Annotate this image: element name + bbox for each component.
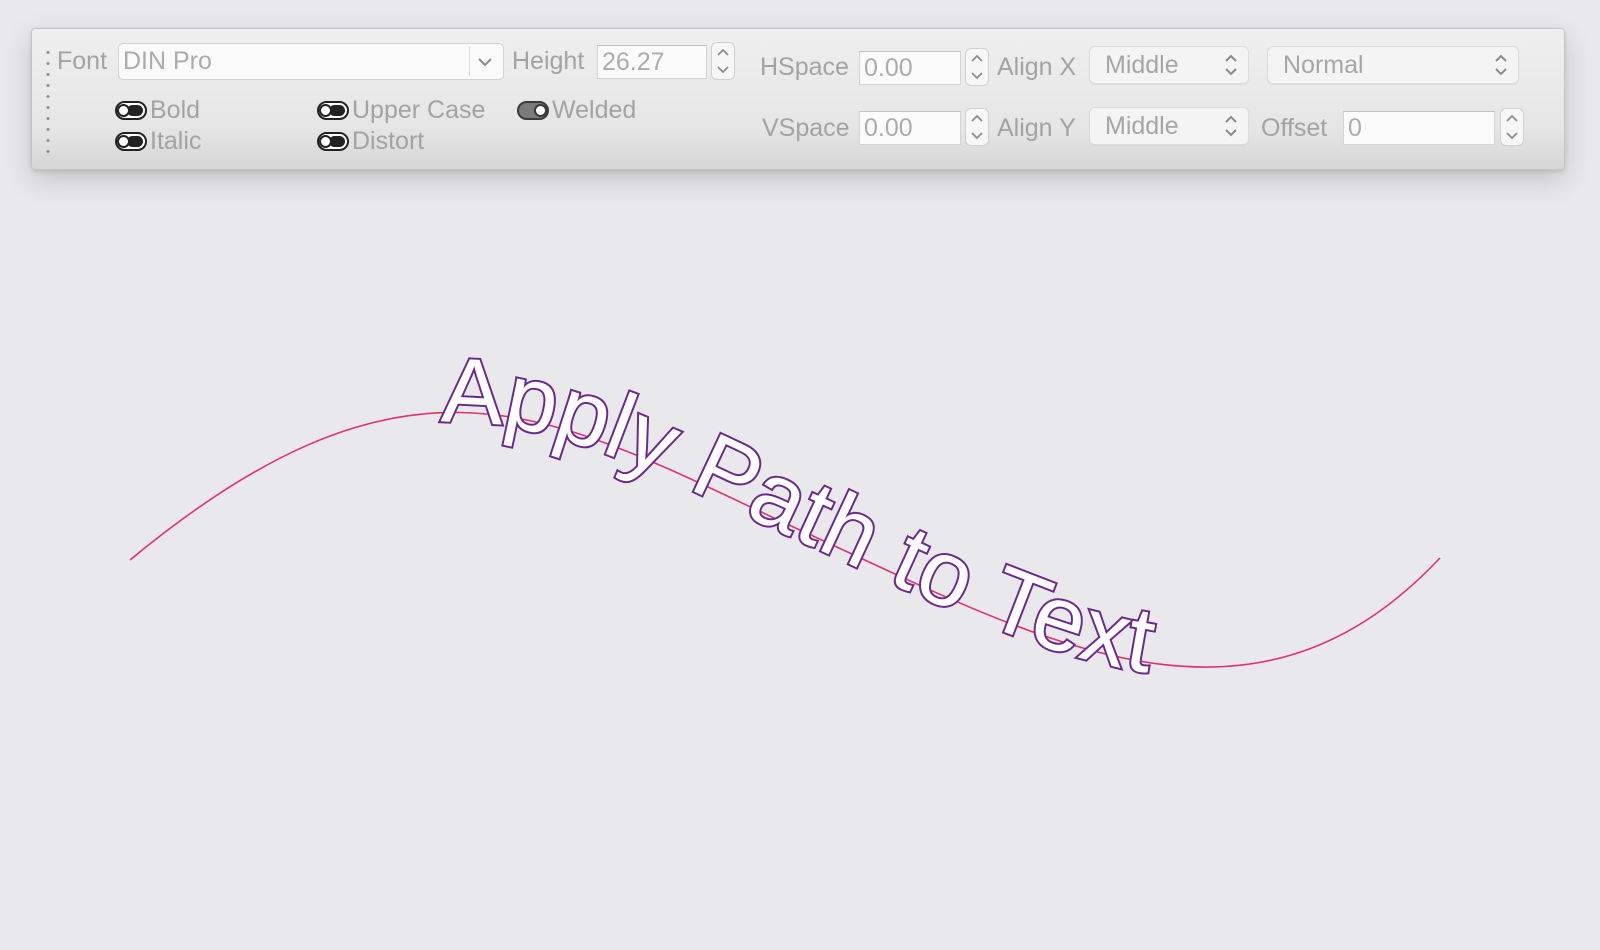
- font-value: DIN Pro: [123, 47, 212, 75]
- hspace-label: HSpace: [760, 53, 849, 81]
- welded-label: Welded: [552, 96, 637, 124]
- path-text[interactable]: Apply Path to Text: [437, 337, 1164, 694]
- offset-label: Offset: [1261, 114, 1328, 142]
- stepper-down-icon[interactable]: [717, 66, 729, 74]
- align-y-value: Middle: [1105, 112, 1179, 140]
- stepper-down-icon[interactable]: [971, 132, 983, 140]
- italic-toggle[interactable]: [115, 132, 147, 151]
- path-text-content: Apply Path to Text: [437, 337, 1164, 694]
- upper-case-toggle[interactable]: [317, 101, 349, 120]
- font-label: Font: [57, 47, 108, 75]
- hspace-stepper[interactable]: [965, 48, 989, 86]
- stepper-down-icon[interactable]: [1506, 132, 1518, 140]
- stepper-up-icon[interactable]: [717, 48, 729, 56]
- align-x-label: Align X: [997, 53, 1077, 81]
- align-x-value: Middle: [1105, 51, 1179, 79]
- distort-label: Distort: [352, 127, 425, 155]
- text-toolbar: Font DIN Pro Height 26.27 HSpace 0.00 Al…: [31, 28, 1565, 170]
- italic-label: Italic: [150, 127, 202, 155]
- height-stepper[interactable]: [711, 42, 735, 80]
- hspace-field[interactable]: 0.00: [859, 51, 961, 85]
- distort-toggle[interactable]: [317, 132, 349, 151]
- mode-value: Normal: [1283, 51, 1364, 79]
- font-combobox[interactable]: DIN Pro: [118, 43, 504, 80]
- upper-case-label: Upper Case: [352, 96, 486, 124]
- align-x-select[interactable]: Middle: [1089, 46, 1249, 84]
- stepper-up-icon[interactable]: [971, 114, 983, 122]
- offset-stepper[interactable]: [1500, 108, 1524, 146]
- stepper-up-icon[interactable]: [971, 54, 983, 62]
- updown-chevron-icon: [1224, 113, 1238, 149]
- updown-chevron-icon: [1224, 52, 1238, 88]
- align-y-label: Align Y: [997, 114, 1076, 142]
- app-window: Apply Path to Text Font DIN Pro Height 2…: [0, 0, 1600, 950]
- updown-chevron-icon: [1494, 52, 1508, 88]
- height-label: Height: [512, 47, 585, 75]
- align-y-select[interactable]: Middle: [1089, 107, 1249, 145]
- bold-toggle[interactable]: [115, 101, 147, 120]
- offset-field[interactable]: 0: [1343, 111, 1495, 145]
- mode-select[interactable]: Normal: [1267, 46, 1519, 84]
- bold-label: Bold: [150, 96, 201, 124]
- chevron-down-icon[interactable]: [469, 47, 500, 76]
- stepper-down-icon[interactable]: [971, 72, 983, 80]
- vspace-stepper[interactable]: [965, 108, 989, 146]
- welded-toggle[interactable]: [517, 101, 549, 120]
- stepper-up-icon[interactable]: [1506, 114, 1518, 122]
- vspace-label: VSpace: [762, 114, 850, 142]
- vspace-field[interactable]: 0.00: [859, 111, 961, 145]
- drag-handle[interactable]: [46, 47, 50, 157]
- height-field[interactable]: 26.27: [597, 45, 707, 79]
